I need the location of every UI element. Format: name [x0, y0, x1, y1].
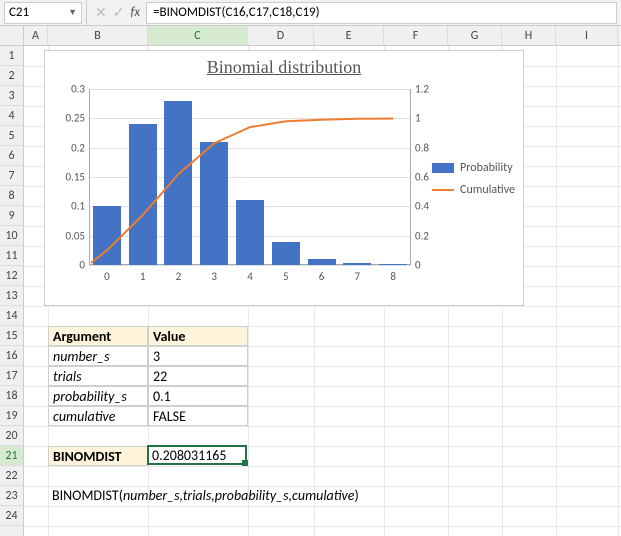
- legend-item-cumulative: Cumulative: [432, 183, 515, 197]
- row-header-9[interactable]: 9: [0, 206, 23, 226]
- row-header-23[interactable]: 23: [0, 486, 23, 506]
- result-label[interactable]: BINOMDIST: [48, 446, 148, 466]
- chart[interactable]: Binomial distribution 00.050.10.150.20.2…: [44, 50, 524, 306]
- syntax-cell[interactable]: BINOMDIST(number_s,trials,probability_s,…: [48, 486, 502, 506]
- table-header-value[interactable]: Value: [148, 326, 248, 346]
- legend-label: Cumulative: [460, 183, 515, 197]
- row-header-20[interactable]: 20: [0, 426, 23, 446]
- row-header-17[interactable]: 17: [0, 366, 23, 386]
- column-headers: ABCDEFGHI: [0, 26, 621, 46]
- legend-label: Probability: [460, 161, 513, 175]
- column-header-H[interactable]: H: [502, 26, 556, 45]
- table-val-1[interactable]: 22: [148, 366, 248, 386]
- table-val-2[interactable]: 0.1: [148, 386, 248, 406]
- cells-area[interactable]: Binomial distribution 00.050.10.150.20.2…: [24, 46, 621, 536]
- column-header-A[interactable]: A: [24, 26, 48, 45]
- name-box-value: C21: [9, 5, 29, 20]
- bar-swatch-icon: [432, 163, 454, 173]
- column-header-B[interactable]: B: [48, 26, 148, 45]
- cancel-icon[interactable]: ✕: [95, 4, 107, 21]
- cumulative-line: [91, 118, 393, 263]
- row-header-11[interactable]: 11: [0, 246, 23, 266]
- formula-bar-row: C21 ▼ ✕ ✓ fx =BINOMDIST(C16,C17,C18,C19): [0, 0, 621, 26]
- formula-buttons: ✕ ✓ fx: [91, 4, 144, 21]
- row-header-8[interactable]: 8: [0, 186, 23, 206]
- column-header-I[interactable]: I: [556, 26, 618, 45]
- row-header-3[interactable]: 3: [0, 86, 23, 106]
- column-header-C[interactable]: C: [148, 26, 248, 45]
- accept-icon[interactable]: ✓: [113, 4, 125, 21]
- row-header-21[interactable]: 21: [0, 446, 23, 466]
- formula-text: =BINOMDIST(C16,C17,C18,C19): [153, 5, 319, 20]
- row-header-19[interactable]: 19: [0, 406, 23, 426]
- chart-legend: Probability Cumulative: [432, 161, 515, 205]
- row-header-14[interactable]: 14: [0, 306, 23, 326]
- column-header-E[interactable]: E: [314, 26, 384, 45]
- spreadsheet-grid[interactable]: ABCDEFGHI 123456789101112131415161718192…: [0, 26, 621, 536]
- table-arg-1[interactable]: trials: [48, 366, 148, 386]
- row-header-10[interactable]: 10: [0, 226, 23, 246]
- row-header-12[interactable]: 12: [0, 266, 23, 286]
- table-arg-2[interactable]: probability_s: [48, 386, 148, 406]
- row-header-5[interactable]: 5: [0, 126, 23, 146]
- column-header-G[interactable]: G: [448, 26, 502, 45]
- chart-title: Binomial distribution: [45, 57, 523, 78]
- chevron-down-icon[interactable]: ▼: [68, 7, 77, 18]
- table-arg-0[interactable]: number_s: [48, 346, 148, 366]
- row-header-13[interactable]: 13: [0, 286, 23, 306]
- row-header-7[interactable]: 7: [0, 166, 23, 186]
- row-header-16[interactable]: 16: [0, 346, 23, 366]
- name-box[interactable]: C21 ▼: [4, 2, 82, 24]
- table-val-0[interactable]: 3: [148, 346, 248, 366]
- row-header-15[interactable]: 15: [0, 326, 23, 346]
- table-val-3[interactable]: FALSE: [148, 406, 248, 426]
- separator: [86, 0, 87, 26]
- plot-area: 00.050.10.150.20.250.300.20.40.60.811.20…: [89, 89, 411, 285]
- row-header-24[interactable]: 24: [0, 506, 23, 526]
- formula-input[interactable]: =BINOMDIST(C16,C17,C18,C19): [146, 2, 617, 24]
- row-header-2[interactable]: 2: [0, 66, 23, 86]
- result-value[interactable]: 0.208031165: [148, 446, 248, 466]
- table-arg-3[interactable]: cumulative: [48, 406, 148, 426]
- select-all-corner[interactable]: [0, 26, 24, 45]
- table-header-argument[interactable]: Argument: [48, 326, 148, 346]
- row-header-18[interactable]: 18: [0, 386, 23, 406]
- column-header-F[interactable]: F: [384, 26, 448, 45]
- row-header-22[interactable]: 22: [0, 466, 23, 486]
- fx-icon[interactable]: fx: [130, 5, 140, 20]
- legend-item-probability: Probability: [432, 161, 515, 175]
- row-header-1[interactable]: 1: [0, 46, 23, 66]
- row-header-6[interactable]: 6: [0, 146, 23, 166]
- row-header-4[interactable]: 4: [0, 106, 23, 126]
- row-headers: 123456789101112131415161718192021222324: [0, 46, 24, 536]
- line-swatch-icon: [432, 189, 454, 191]
- column-header-D[interactable]: D: [248, 26, 314, 45]
